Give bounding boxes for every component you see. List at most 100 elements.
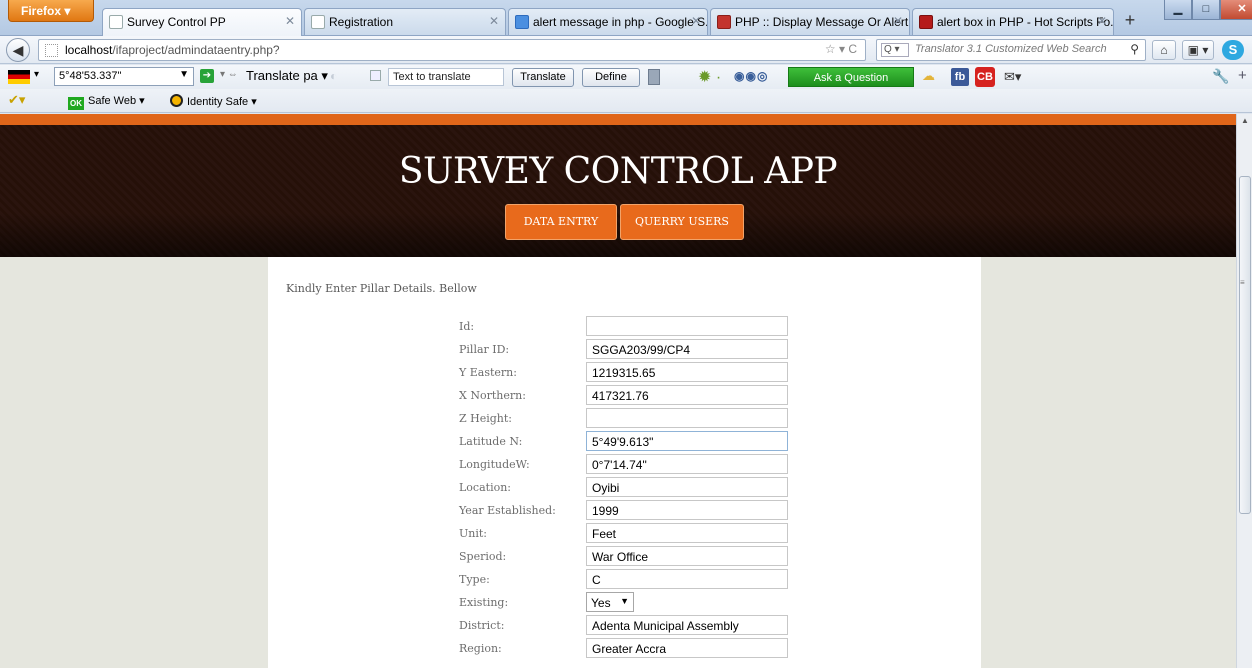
tab-registration[interactable]: Registration ✕ [304,8,506,35]
close-icon[interactable]: ✕ [1097,14,1107,28]
add-icon[interactable]: + [1238,67,1247,84]
wrench-icon[interactable]: 🔧 [1212,68,1229,85]
label-year: Year Established: [459,504,556,517]
top-accent-bar [0,114,1236,125]
back-arrow-icon[interactable]: ◀ [6,38,30,62]
new-tab-button[interactable]: + [1118,9,1142,33]
form-row-z: Z Height: [268,408,981,430]
mail-icon[interactable]: ✉▾ [1004,69,1021,85]
location-field[interactable]: Oyibi [586,477,788,497]
oo-icon[interactable]: ◉◉◎ [734,69,768,83]
window-controls: ▁ □ ✕ [1164,0,1252,20]
form-row-region: Region: Greater Accra [268,638,981,660]
tab-title: Registration [329,15,394,29]
form-panel: Kindly Enter Pillar Details. Bellow Id: … [268,257,981,668]
year-field[interactable]: 1999 [586,500,788,520]
form-row-year: Year Established: 1999 [268,500,981,522]
gear-icon[interactable]: ✹ · [698,67,721,87]
coordinate-value: 5°48'53.337" [59,70,122,82]
pillar-id-field[interactable]: SGGA203/99/CP4 [586,339,788,359]
label-id: Id: [459,320,475,333]
unit-field[interactable]: Feet [586,523,788,543]
search-placeholder: Translator 3.1 Customized Web Search [915,43,1107,55]
type-field[interactable]: C [586,569,788,589]
label-pillar-id: Pillar ID: [459,343,510,356]
close-icon[interactable]: ✕ [489,14,499,28]
text-to-translate-input[interactable]: Text to translate [388,68,504,86]
label-z-height: Z Height: [459,412,513,425]
maximize-icon[interactable]: □ [1192,0,1220,20]
vertical-scrollbar[interactable]: ▲ ≡ [1236,114,1252,668]
longitude-field[interactable]: 0°7'14.74" [586,454,788,474]
label-y-eastern: Y Eastern: [459,366,517,379]
facebook-icon[interactable]: fb [951,68,969,86]
z-height-field[interactable] [586,408,788,428]
german-flag-icon[interactable] [8,70,30,84]
url-path: /ifaproject/admindataentry.php? [112,43,280,57]
existing-select[interactable]: Yes ▼ [586,592,634,612]
translate-language-select[interactable]: Translate pa ▾ [246,68,328,84]
go-arrow-icon[interactable]: ➔ [200,69,214,83]
speriod-field[interactable]: War Office [586,546,788,566]
tab-strip: Firefox ▾ Survey Control PP ✕ Registrati… [0,0,1252,36]
site-icon [717,15,731,29]
existing-value: Yes [591,596,611,610]
skype-icon[interactable]: S [1222,40,1244,60]
page-icon [109,15,123,29]
label-speriod: Speriod: [459,550,507,563]
firefox-menu-button[interactable]: Firefox ▾ [8,0,94,22]
safe-web-button[interactable]: OK Safe Web ▾ [68,94,145,110]
calculator-icon[interactable] [648,69,660,85]
site-title: SURVEY CONTROL APP [398,151,838,192]
region-field[interactable]: Greater Accra [586,638,788,658]
form-row-pillar: Pillar ID: SGGA203/99/CP4 [268,339,981,361]
close-icon[interactable]: ✕ [285,14,295,28]
tab-title: PHP :: Display Message Or Alert ... [735,15,910,29]
bookmark-star-icon[interactable]: ☆ ▾ C [825,42,857,56]
translate-button[interactable]: Translate [512,68,574,87]
nav-data-entry[interactable]: DATA ENTRY [505,204,617,240]
cb-icon[interactable]: CB [975,67,995,87]
scroll-up-icon[interactable]: ▲ [1241,116,1249,125]
close-icon[interactable]: ✕ [893,14,903,28]
dropdown-arrow-icon[interactable]: ▾ [34,69,39,80]
coordinate-select[interactable]: 5°48'53.337" ▼ [54,67,194,86]
id-field[interactable] [586,316,788,336]
form-row-lon: LongitudeW: 0°7'14.74" [268,454,981,476]
scrollbar-thumb[interactable] [1239,176,1251,514]
swap-icon[interactable]: ▾ ⇔ [220,69,238,80]
tab-alert-google[interactable]: alert message in php - Google S... ✕ [508,8,708,35]
navigation-bar: ◀ localhost/ifaproject/admindataentry.ph… [0,36,1252,64]
tab-alert-box[interactable]: alert box in PHP - Hot Scripts Fo... ✕ [912,8,1114,35]
tab-title: alert message in php - Google S... [533,15,708,29]
form-row-type: Type: C [268,569,981,591]
search-icon[interactable]: ⚲ [1130,42,1139,56]
search-engine-icon[interactable]: Q ▾ [881,43,909,57]
checkmark-icon[interactable]: ✔▾ [8,92,25,108]
ask-question-button[interactable]: Ask a Question [788,67,914,87]
close-icon[interactable]: ✕ [691,14,701,28]
identity-icon [170,94,183,107]
tab-php-display[interactable]: PHP :: Display Message Or Alert ... ✕ [710,8,910,35]
define-button[interactable]: Define [582,68,640,87]
latitude-field[interactable]: 5°49'9.613" [586,431,788,451]
nav-querry-users[interactable]: QUERRY USERS [620,204,744,240]
identity-safe-button[interactable]: Identity Safe ▾ [170,94,257,108]
checkbox-icon[interactable] [370,70,381,81]
cloud-icon[interactable]: ☁ [922,68,935,84]
close-window-icon[interactable]: ✕ [1220,0,1252,20]
label-location: Location: [459,481,511,494]
x-northern-field[interactable]: 417321.76 [586,385,788,405]
district-field[interactable]: Adenta Municipal Assembly [586,615,788,635]
home-icon[interactable]: ⌂ [1152,40,1176,60]
bookmarks-menu-icon[interactable]: ▣ ▾ [1182,40,1214,60]
site-header: SURVEY CONTROL APP DATA ENTRY QUERRY USE… [0,125,1236,257]
tab-title: Survey Control PP [127,15,226,29]
minimize-icon[interactable]: ▁ [1164,0,1192,20]
y-eastern-field[interactable]: 1219315.65 [586,362,788,382]
address-bar[interactable]: localhost/ifaproject/admindataentry.php?… [38,39,866,61]
search-bar[interactable]: Q ▾ Translator 3.1 Customized Web Search… [876,39,1146,61]
tab-survey-control[interactable]: Survey Control PP ✕ [102,8,302,36]
form-row-district: District: Adenta Municipal Assembly [268,615,981,637]
speaker-icon[interactable]: ◐ [330,69,337,83]
